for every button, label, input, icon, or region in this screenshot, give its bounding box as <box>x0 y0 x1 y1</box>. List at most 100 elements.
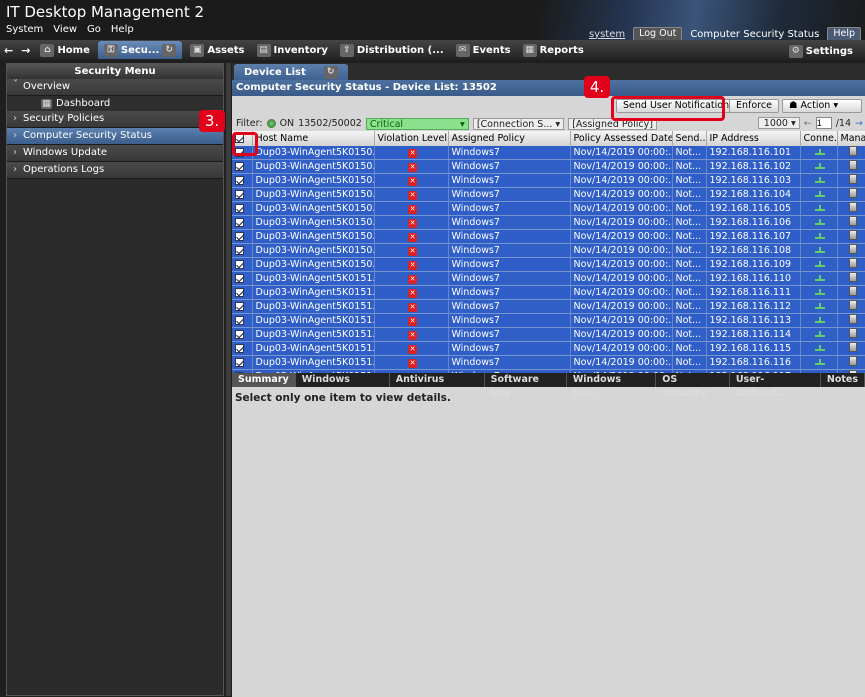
refresh-icon[interactable]: ↻ <box>323 65 338 79</box>
managed-cell <box>837 313 865 328</box>
computer-icon <box>848 160 857 170</box>
row-checkbox[interactable] <box>232 229 253 244</box>
checkbox-icon <box>235 330 244 339</box>
detail-tab[interactable]: OS Security <box>656 373 730 399</box>
menu-help[interactable]: Help <box>111 24 134 35</box>
host-name-cell: Dup03-WinAgent5K0151... <box>252 299 375 314</box>
column-header[interactable]: Assigned Policy <box>448 131 571 146</box>
prev-page-icon[interactable]: ← <box>804 118 812 129</box>
detail-tab[interactable]: Windows Ser... <box>567 373 657 399</box>
row-checkbox[interactable] <box>232 285 253 300</box>
row-checkbox[interactable] <box>232 341 253 356</box>
sidebar-item-security-policies[interactable]: Security Policies <box>7 111 223 128</box>
enforce-button[interactable]: Enforce <box>729 99 779 113</box>
row-checkbox[interactable] <box>232 257 253 272</box>
table-row[interactable]: Dup03-WinAgent5K0151... ✕ Windows7Nov/14/2… <box>232 271 865 286</box>
sidebar-item-computer-security-status[interactable]: Computer Security Status <box>7 128 223 145</box>
back-arrow-icon[interactable]: ← <box>0 44 17 57</box>
table-row[interactable]: Dup03-WinAgent5K0150... ✕ Windows7 Nov/14/2… <box>232 243 865 258</box>
tab-distribution[interactable]: ⇪ Distribution (... <box>334 41 450 59</box>
table-row[interactable]: Dup03-WinAgent5K0150... ✕ Windows7 Nov/14/2… <box>232 187 865 202</box>
column-header[interactable]: Violation Level <box>374 131 449 146</box>
menu-go[interactable]: Go <box>87 24 101 35</box>
detail-tab[interactable]: Notes <box>821 373 865 387</box>
detail-tab[interactable]: Windows Upd... <box>296 373 390 399</box>
tab-events[interactable]: ✉ Events <box>450 41 517 59</box>
column-header[interactable]: Send... <box>672 131 707 146</box>
logout-button[interactable]: Log Out <box>633 27 683 41</box>
sidebar-item-dashboard[interactable]: ▦ Dashboard <box>7 96 223 111</box>
row-checkbox[interactable] <box>232 187 253 202</box>
page-number-input[interactable] <box>815 117 832 129</box>
detail-tab[interactable]: User-Defined... <box>730 373 821 399</box>
row-checkbox[interactable] <box>232 201 253 216</box>
table-row[interactable]: Dup03-WinAgent5K0150... ✕ Windows7 Nov/14/2… <box>232 229 865 244</box>
table-row[interactable]: Dup03-WinAgent5K0150... ✕ Windows7 Nov/14/2… <box>232 173 865 188</box>
assessed-date-cell: Nov/14/2019 00:00:... <box>570 146 673 160</box>
menu-view[interactable]: View <box>53 24 77 35</box>
splitter[interactable] <box>226 63 231 696</box>
detail-tab[interactable]: Summary <box>232 373 296 387</box>
connection-filter-select[interactable]: [Connection S... ▾ <box>472 117 565 130</box>
tab-device-list[interactable]: Device List ↻ <box>234 64 348 80</box>
row-checkbox[interactable] <box>232 173 253 188</box>
user-link[interactable]: system <box>589 29 625 40</box>
row-checkbox[interactable] <box>232 299 253 314</box>
network-connected-icon <box>815 205 825 211</box>
host-name-cell: Dup03-WinAgent5K0150... <box>252 187 375 202</box>
filter-on-icon[interactable] <box>266 119 276 128</box>
row-checkbox[interactable] <box>232 327 253 342</box>
tab-inventory[interactable]: ▤ Inventory <box>251 41 334 59</box>
row-checkbox[interactable] <box>232 271 253 286</box>
ip-address-cell: 192.168.116.102 <box>706 159 801 174</box>
table-row[interactable]: Dup03-WinAgent5K0150... ✕ Windows7 Nov/14/2… <box>232 159 865 174</box>
forward-arrow-icon[interactable]: → <box>17 44 34 57</box>
table-row[interactable]: Dup03-WinAgent5K0150... ✕ Windows7 Nov/14/2… <box>232 201 865 216</box>
sidebar-item-operations-logs[interactable]: Operations Logs <box>7 162 223 179</box>
row-checkbox[interactable] <box>232 215 253 230</box>
assessed-date-cell: Nov/14/2019 00:00:... <box>570 355 673 370</box>
sidebar-item-windows-update[interactable]: Windows Update <box>7 145 223 162</box>
table-row[interactable]: Dup03-WinAgent5K0151... ✕ Windows7Nov/14/2… <box>232 299 865 314</box>
detail-tab[interactable]: Antivirus Soft... <box>390 373 485 399</box>
checkbox-icon <box>235 204 244 213</box>
menu-system[interactable]: System <box>6 24 43 35</box>
column-header[interactable]: IP Address <box>706 131 801 146</box>
tab-assets[interactable]: ▣ Assets <box>184 41 250 59</box>
table-row[interactable]: Dup03-WinAgent5K0150... ✕ Windows7 Nov/14/2… <box>232 215 865 230</box>
computer-icon <box>848 356 857 366</box>
action-menu-button[interactable]: ☗ Action ▾ <box>782 99 862 113</box>
column-header[interactable]: Host Name <box>252 131 375 146</box>
tab-security[interactable]: ⚿ Secu... ↻ <box>97 41 183 59</box>
row-checkbox[interactable] <box>232 243 253 258</box>
table-row[interactable]: Dup03-WinAgent5K0151... ✕ Windows7Nov/14/2… <box>232 313 865 328</box>
table-row[interactable]: Dup03-WinAgent5K0150... ✕ Windows7 Nov/14/2… <box>232 257 865 272</box>
next-page-icon[interactable]: → <box>855 118 863 129</box>
column-header[interactable]: Policy Assessed Date... <box>570 131 673 146</box>
sidebar-item-overview[interactable]: Overview <box>7 77 223 96</box>
row-checkbox[interactable] <box>232 355 253 370</box>
help-button[interactable]: Help <box>827 27 861 41</box>
column-header[interactable]: Manag. <box>837 131 865 146</box>
table-row[interactable]: Dup03-WinAgent5K0151... ✕ Windows7Nov/14/2… <box>232 355 865 370</box>
detail-tabs: Summary Windows Upd... Antivirus Soft...… <box>232 373 865 399</box>
tab-home[interactable]: ⌂ Home <box>34 41 95 59</box>
refresh-icon[interactable]: ↻ <box>162 43 177 57</box>
violation-filter-select[interactable]: Critical ▾ <box>365 117 469 130</box>
table-row[interactable]: Dup03-WinAgent5K0151... ✕ Windows7Nov/14/2… <box>232 285 865 300</box>
tab-reports[interactable]: ▦ Reports <box>517 41 590 59</box>
row-checkbox[interactable] <box>232 313 253 328</box>
column-header[interactable]: Conne... <box>800 131 838 146</box>
row-checkbox[interactable] <box>232 159 253 174</box>
violation-cell: ✕ <box>374 146 449 160</box>
breadcrumb: Computer Security Status - Device List: … <box>232 80 865 96</box>
table-row[interactable]: Dup03-WinAgent5K0151... ✕ Windows7Nov/14/2… <box>232 341 865 356</box>
table-row[interactable]: Dup03-WinAgent5K0151... ✕ Windows7Nov/14/2… <box>232 327 865 342</box>
detail-tab[interactable]: Software Use <box>485 373 567 399</box>
table-row[interactable]: Dup03-WinAgent5K0150... ✕ Windows7 Nov/14/2… <box>232 146 865 160</box>
tab-settings[interactable]: ⚙ Settings <box>783 42 859 60</box>
ip-address-cell: 192.168.116.116 <box>706 355 801 370</box>
per-page-select[interactable]: 1000 ▾ <box>757 117 800 129</box>
ip-address-cell: 192.168.116.105 <box>706 201 801 216</box>
connection-cell <box>800 327 838 342</box>
